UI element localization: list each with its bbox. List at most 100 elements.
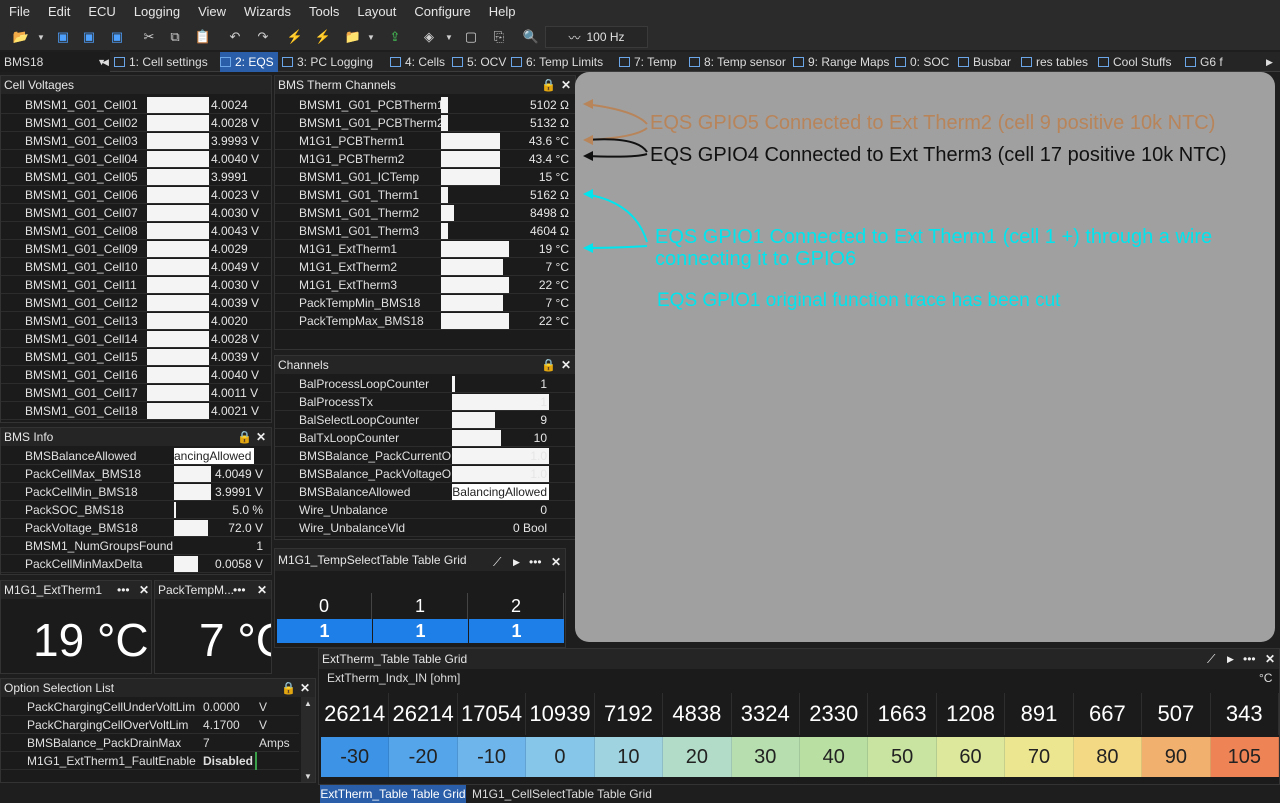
redo-icon[interactable]: ↷: [254, 28, 272, 46]
grid-cell[interactable]: 0: [526, 737, 595, 777]
menu-item-ecu[interactable]: ECU: [79, 0, 124, 24]
lock-icon[interactable]: 🔒: [541, 76, 556, 94]
close-icon[interactable]: ✕: [1265, 649, 1275, 669]
lock-icon[interactable]: 🔒: [281, 679, 296, 697]
grid-cell[interactable]: 80: [1073, 737, 1143, 777]
close-icon[interactable]: ✕: [139, 581, 149, 599]
grid-cell[interactable]: 1: [373, 619, 468, 643]
play-icon[interactable]: ▶: [513, 551, 520, 573]
option-value[interactable]: Disabled: [203, 752, 258, 770]
menu-item-layout[interactable]: Layout: [348, 0, 405, 24]
tab-ext-therm-table[interactable]: ExtTherm_Table Table Grid: [320, 785, 466, 803]
chevron-down-icon[interactable]: ▼: [32, 28, 50, 46]
menu-item-help[interactable]: Help: [480, 0, 525, 24]
copy-icon[interactable]: ⧉: [166, 28, 184, 46]
close-icon[interactable]: ✕: [561, 356, 571, 374]
tab-4-cells[interactable]: 4: Cells: [390, 52, 448, 72]
grid-cell[interactable]: 105: [1210, 737, 1279, 777]
tab-2-eqs[interactable]: 2: EQS: [220, 52, 278, 72]
close-icon[interactable]: ✕: [300, 679, 310, 697]
grid-cell[interactable]: 90: [1142, 737, 1211, 777]
grid-cell[interactable]: 60: [936, 737, 1006, 777]
save-icon[interactable]: ▣: [54, 28, 72, 46]
lock-icon[interactable]: 🔒: [541, 356, 556, 374]
option-row[interactable]: M1G1_ExtTherm1_FaultEnable Disabled: [1, 752, 299, 770]
tab-6-temp-limits[interactable]: 6: Temp Limits: [511, 52, 615, 72]
save-all-icon[interactable]: ▣: [108, 28, 126, 46]
grid-cell[interactable]: -10: [457, 737, 527, 777]
lock-icon[interactable]: 🔒: [237, 428, 252, 446]
tab-0-soc[interactable]: 0: SOC: [895, 52, 954, 72]
grid-cell[interactable]: 70: [1005, 737, 1074, 777]
grid-cell[interactable]: 1: [469, 619, 564, 643]
upload-icon[interactable]: ⇪: [386, 28, 404, 46]
tab-9-range-maps[interactable]: 9: Range Maps: [793, 52, 891, 72]
chart-icon[interactable]: ⟋: [493, 551, 501, 573]
option-row[interactable]: PackChargingCellOverVoltLim 4.1700 V: [1, 716, 299, 734]
logging-rate[interactable]: 〰 100 Hz: [545, 26, 648, 48]
tab-8-temp-sensor[interactable]: 8: Temp sensor: [689, 52, 789, 72]
ecu-selector[interactable]: BMS18 ▼: [0, 52, 110, 72]
layers-icon[interactable]: ◈: [420, 28, 438, 46]
undo-icon[interactable]: ↶: [226, 28, 244, 46]
option-value[interactable]: 4.1700: [203, 716, 240, 734]
menu-item-tools[interactable]: Tools: [300, 0, 348, 24]
menu-item-configure[interactable]: Configure: [405, 0, 479, 24]
scrollbar[interactable]: ▲ ▼: [301, 697, 315, 782]
grid-cell[interactable]: 20: [663, 737, 732, 777]
scroll-up-icon[interactable]: ▲: [304, 699, 312, 708]
tab-cool-stuffs[interactable]: Cool Stuffs: [1098, 52, 1181, 72]
option-value[interactable]: 0.0000: [203, 698, 240, 716]
grid-cell[interactable]: 40: [800, 737, 869, 777]
chevron-down-icon[interactable]: ▼: [362, 28, 380, 46]
tab-3-pc-logging[interactable]: 3: PC Logging: [282, 52, 388, 72]
paste-icon[interactable]: 📋: [194, 28, 212, 46]
grid-cell[interactable]: 10: [594, 737, 664, 777]
grid-cell[interactable]: 30: [731, 737, 800, 777]
option-value[interactable]: 7: [203, 734, 210, 752]
search-icon[interactable]: 🔍: [522, 28, 540, 46]
play-icon[interactable]: ▶: [1227, 649, 1234, 669]
fit-screen-icon[interactable]: ▢: [462, 28, 480, 46]
connect-icon[interactable]: ⚡: [286, 28, 304, 46]
open-project-icon[interactable]: 📁: [344, 28, 362, 46]
more-icon[interactable]: •••: [529, 551, 542, 573]
tab-7-temp[interactable]: 7: Temp: [619, 52, 685, 72]
tab-busbar[interactable]: Busbar: [958, 52, 1017, 72]
grid-cell[interactable]: 1: [277, 619, 372, 643]
more-icon[interactable]: •••: [117, 581, 130, 599]
grid-cell[interactable]: -20: [389, 737, 458, 777]
tab-g6-f[interactable]: G6 f: [1185, 52, 1225, 72]
chevron-down-icon[interactable]: ▼: [440, 28, 458, 46]
tab-cell-select-table[interactable]: M1G1_CellSelectTable Table Grid: [468, 785, 656, 803]
menu-item-edit[interactable]: Edit: [39, 0, 79, 24]
tab-res-tables[interactable]: res tables: [1021, 52, 1095, 72]
option-row[interactable]: BMSBalance_PackDrainMax 7 Amps: [1, 734, 299, 752]
scroll-down-icon[interactable]: ▼: [304, 772, 312, 781]
close-icon[interactable]: ✕: [561, 76, 571, 94]
cut-icon[interactable]: ✂: [140, 28, 158, 46]
annotation-gpio1-cont: connecting it to GPIO6: [655, 248, 857, 270]
more-icon[interactable]: •••: [233, 581, 246, 599]
chart-icon[interactable]: ⟋: [1207, 649, 1215, 669]
menu-item-view[interactable]: View: [189, 0, 235, 24]
disconnect-icon[interactable]: ⚡: [314, 28, 332, 46]
option-row[interactable]: PackChargingCellUnderVoltLim 0.0000 V: [1, 698, 299, 716]
more-icon[interactable]: •••: [1243, 649, 1256, 669]
grid-cell[interactable]: -30: [321, 737, 390, 777]
save-as-icon[interactable]: ▣: [80, 28, 98, 46]
close-icon[interactable]: ✕: [551, 551, 561, 573]
menu-item-file[interactable]: File: [0, 0, 39, 24]
export-icon[interactable]: ⎘: [490, 28, 508, 46]
close-icon[interactable]: ✕: [256, 428, 266, 446]
tab-5-ocv[interactable]: 5: OCV: [452, 52, 507, 72]
grid-cell[interactable]: 50: [868, 737, 937, 777]
scroll-right-icon[interactable]: ▶: [1266, 52, 1280, 72]
grid-header-cell: 0: [277, 593, 372, 619]
menu-item-wizards[interactable]: Wizards: [235, 0, 300, 24]
scroll-left-icon[interactable]: ◀: [102, 52, 112, 72]
open-folder-icon[interactable]: 📂: [12, 28, 30, 46]
close-icon[interactable]: ✕: [257, 581, 267, 599]
menu-item-logging[interactable]: Logging: [125, 0, 189, 24]
tab-1-cell-settings[interactable]: 1: Cell settings: [114, 52, 216, 72]
